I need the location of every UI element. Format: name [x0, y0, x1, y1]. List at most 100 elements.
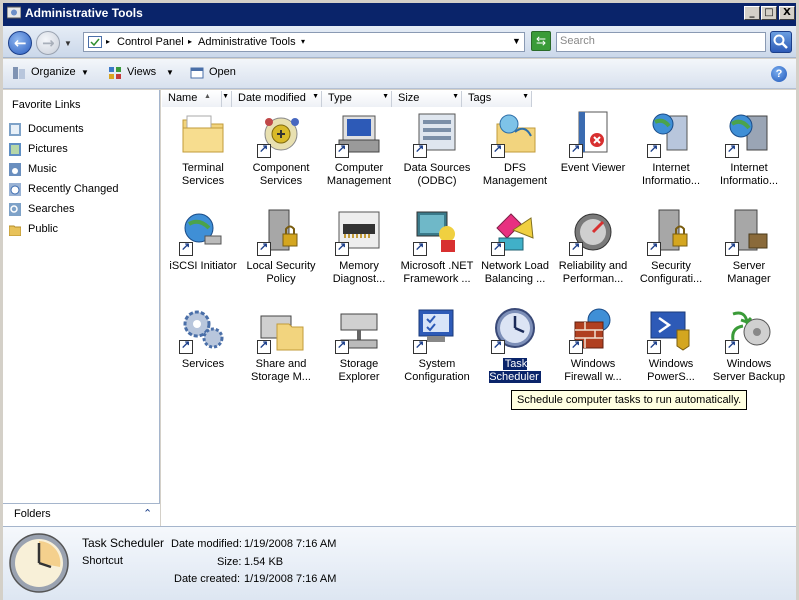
item-iscsi-initiator[interactable]: iSCSI Initiator: [164, 208, 242, 304]
item-system-configuration[interactable]: System Configuration: [398, 306, 476, 402]
item-label-text: DFS Management: [482, 162, 548, 187]
favorite-links-heading: Favorite Links: [12, 99, 81, 111]
item-label-text: Windows Firewall w...: [564, 358, 622, 383]
breadcrumb-separator[interactable]: ▸: [188, 37, 192, 46]
item-label: Network Load Balancing ...: [476, 260, 554, 286]
item-component-services[interactable]: Component Services: [242, 110, 320, 206]
item-memory-diagnostics[interactable]: Memory Diagnost...: [320, 208, 398, 304]
column-header-tags[interactable]: Tags ▼: [462, 91, 532, 107]
shortcut-overlay-icon: [257, 142, 271, 158]
back-arrow-icon: ←: [14, 34, 27, 52]
item-dfs-management[interactable]: DFS Management: [476, 110, 554, 206]
item-security-configuration[interactable]: Security Configurati...: [632, 208, 710, 304]
search-button[interactable]: [770, 31, 792, 53]
nav-item-pictures[interactable]: Pictures: [6, 141, 156, 159]
item-label: Server Manager: [710, 260, 788, 286]
shortcut-overlay-icon: [413, 338, 427, 354]
item-storage-explorer[interactable]: Storage Explorer: [320, 306, 398, 402]
item-local-security-policy[interactable]: Local Security Policy: [242, 208, 320, 304]
searches-icon: [9, 203, 21, 216]
address-bar[interactable]: ▸ Control Panel ▸ Administrative Tools ▾: [83, 32, 525, 52]
item-iis6-manager[interactable]: Internet Informatio...: [710, 110, 788, 206]
nav-item-searches[interactable]: Searches: [6, 201, 156, 219]
title-bar: Administrative Tools _ □ X: [0, 0, 799, 26]
shortcut-overlay-icon: [413, 142, 427, 158]
item-label: Reliability and Performan...: [554, 260, 632, 286]
address-dropdown[interactable]: ▼: [512, 36, 521, 46]
item-windows-server-backup[interactable]: Windows Server Backup: [710, 306, 788, 402]
shortcut-overlay-icon: [569, 240, 583, 256]
item-windows-powershell[interactable]: Windows PowerS...: [632, 306, 710, 402]
nav-item-recently-changed[interactable]: Recently Changed: [6, 181, 156, 199]
nav-item-documents[interactable]: Documents: [6, 121, 156, 139]
item-label: Task Scheduler: [476, 358, 554, 384]
breadcrumb-separator[interactable]: ▸: [106, 37, 110, 46]
shortcut-overlay-icon: [725, 142, 739, 158]
column-dropdown[interactable]: ▼: [222, 91, 232, 107]
folders-label: Folders: [14, 508, 51, 520]
item-label-text: Microsoft .NET Framework ...: [400, 260, 474, 285]
item-windows-firewall[interactable]: Windows Firewall w...: [554, 306, 632, 402]
item-reliability-performance[interactable]: Reliability and Performan...: [554, 208, 632, 304]
item-iis-manager[interactable]: Internet Informatio...: [632, 110, 710, 206]
shortcut-overlay-icon: [491, 142, 505, 158]
open-button[interactable]: Open: [209, 66, 236, 78]
item-terminal-services[interactable]: Terminal Services: [164, 110, 242, 206]
minimize-button[interactable]: _: [744, 6, 760, 20]
item-share-storage-management[interactable]: Share and Storage M...: [242, 306, 320, 402]
item-computer-management[interactable]: Computer Management: [320, 110, 398, 206]
nav-item-public[interactable]: Public: [6, 221, 156, 239]
column-header-type[interactable]: Type ▼: [322, 91, 392, 107]
recent-pages-dropdown[interactable]: ▼: [64, 39, 72, 48]
item-services[interactable]: Services: [164, 306, 242, 402]
item-server-manager[interactable]: Server Manager: [710, 208, 788, 304]
item-label-text: Security Configurati...: [639, 260, 703, 285]
organize-button[interactable]: Organize: [31, 66, 76, 78]
item-label: Data Sources (ODBC): [398, 162, 476, 188]
close-button[interactable]: X: [779, 6, 795, 20]
breadcrumb-administrative-tools[interactable]: Administrative Tools: [198, 36, 296, 48]
column-header-name[interactable]: Name ▲: [162, 91, 222, 107]
item-label-text: Event Viewer: [560, 162, 626, 174]
breadcrumb-separator[interactable]: ▾: [301, 37, 305, 46]
item-task-scheduler[interactable]: Task Scheduler: [476, 306, 554, 402]
breadcrumb-control-panel[interactable]: Control Panel: [117, 36, 184, 48]
detail-size-value: 1.54 KB: [244, 556, 284, 568]
refresh-button[interactable]: ⇆: [531, 31, 551, 51]
views-dropdown-icon[interactable]: ▼: [166, 68, 174, 77]
item-label-text: Internet Informatio...: [719, 162, 779, 187]
nav-item-music[interactable]: Music: [6, 161, 156, 179]
item-label: DFS Management: [476, 162, 554, 188]
folders-toggle[interactable]: Folders ⌃: [3, 503, 160, 526]
column-label: Date modified: [238, 92, 306, 104]
forward-button[interactable]: →: [36, 31, 60, 55]
column-header-date-modified[interactable]: Date modified ▼: [232, 91, 322, 107]
shortcut-overlay-icon: [335, 240, 349, 256]
item-label: iSCSI Initiator: [164, 260, 242, 273]
shortcut-overlay-icon: [569, 142, 583, 158]
item-event-viewer[interactable]: Event Viewer: [554, 110, 632, 206]
item-network-load-balancing[interactable]: Network Load Balancing ...: [476, 208, 554, 304]
navigation-pane: Favorite Links Documents Pictures Music …: [3, 90, 160, 526]
item-label: Event Viewer: [554, 162, 632, 175]
item-label: Memory Diagnost...: [320, 260, 398, 286]
item-label: Services: [164, 358, 242, 371]
item-dotnet-framework[interactable]: Microsoft .NET Framework ...: [398, 208, 476, 304]
item-label-text: Share and Storage M...: [251, 358, 311, 383]
back-button[interactable]: ←: [8, 31, 32, 55]
folder-icon: [182, 115, 224, 153]
views-button[interactable]: Views: [127, 66, 156, 78]
organize-dropdown-icon[interactable]: ▼: [81, 68, 89, 77]
column-label: Tags: [468, 92, 492, 104]
help-button[interactable]: ?: [771, 66, 787, 82]
item-label-text: Reliability and Performan...: [558, 260, 628, 285]
item-label: System Configuration: [398, 358, 476, 384]
search-input[interactable]: Search: [556, 32, 766, 52]
item-data-sources[interactable]: Data Sources (ODBC): [398, 110, 476, 206]
item-label-text: Memory Diagnost...: [332, 260, 386, 285]
item-label-text: Data Sources (ODBC): [403, 162, 471, 187]
dropdown-icon: ▼: [222, 93, 229, 100]
column-header-size[interactable]: Size ▼: [392, 91, 462, 107]
column-label: Size: [398, 92, 420, 104]
maximize-button[interactable]: □: [761, 6, 777, 20]
